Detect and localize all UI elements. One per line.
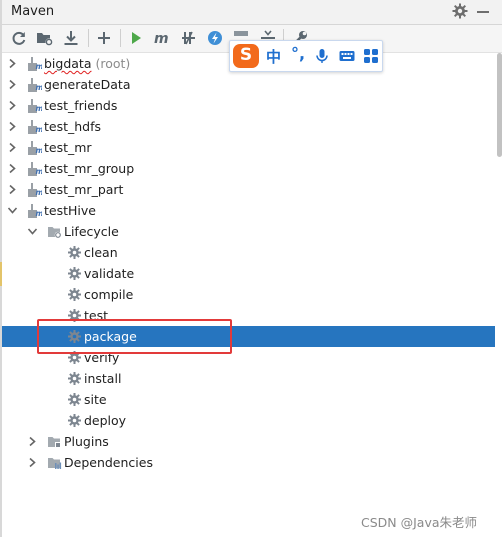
generate-sources-icon[interactable] [36,29,54,47]
tree-row-project[interactable]: m test_mr_part [2,179,495,200]
goal-gear-icon [67,287,82,302]
gear-icon[interactable] [451,2,469,20]
tree-row-lifecycle[interactable]: Lifecycle [2,221,495,242]
goal-label: clean [84,245,118,260]
tool-window-header: Maven [2,0,502,25]
tree-row-dependencies[interactable]: Dependencies [2,452,495,473]
chevron-right-icon[interactable] [7,184,18,195]
svg-text:m: m [36,167,43,176]
toolbar-separator [88,29,89,47]
download-icon[interactable] [62,29,80,47]
maven-module-icon: m [27,56,42,71]
tree-row-project[interactable]: m test_mr [2,137,495,158]
watermark: CSDN @Java朱老师 [361,515,478,530]
goal-label: validate [84,266,135,281]
tree-row-plugins[interactable]: Plugins [2,431,495,452]
maven-module-icon: m [27,203,42,218]
tree-row-project[interactable]: m generateData [2,74,495,95]
maven-module-icon: m [27,77,42,92]
tree-row-goal-site[interactable]: site [2,389,495,410]
plugins-folder-icon [47,434,62,449]
svg-text:m: m [36,146,43,155]
goal-label: deploy [84,413,127,428]
tree-row-goal-validate[interactable]: validate [2,263,495,284]
tree-row-project[interactable]: m test_hdfs [2,116,495,137]
maven-module-icon: m [27,140,42,155]
chevron-right-icon[interactable] [27,457,38,468]
toolbar-separator [120,29,121,47]
scrollbar-thumb[interactable] [497,53,502,157]
goal-gear-icon [67,266,82,281]
project-label: generateData [44,77,131,92]
svg-text:m: m [36,83,43,92]
maven-module-icon: m [27,98,42,113]
svg-text:m: m [36,62,43,71]
goal-gear-icon [67,371,82,386]
project-label: test_mr_group [44,161,135,176]
annotation-highlight-box [37,319,232,354]
tree-row-project[interactable]: m test_mr_group [2,158,495,179]
svg-text:m: m [36,209,43,218]
goal-gear-icon [67,392,82,407]
root-hint: (root) [95,56,131,71]
vertical-scrollbar[interactable] [495,53,503,537]
project-label: bigdata [44,56,92,71]
goal-gear-icon [67,413,82,428]
chevron-right-icon[interactable] [7,142,18,153]
project-label: test_friends [44,98,118,113]
goal-label: site [84,392,107,407]
plugins-label: Plugins [64,434,109,449]
maven-goal-icon[interactable]: m [153,29,171,47]
chevron-right-icon[interactable] [7,121,18,132]
tree-row-goal-install[interactable]: install [2,368,495,389]
svg-text:m: m [36,104,43,113]
tree-row-goal-compile[interactable]: compile [2,284,495,305]
toggle-offline-icon[interactable] [180,29,198,47]
chevron-right-icon[interactable] [27,436,38,447]
chevron-right-icon[interactable] [7,163,18,174]
project-label: test_mr_part [44,182,124,197]
tree-row-project[interactable]: m bigdata (root) [2,53,495,74]
tree-row-project-expanded[interactable]: m testHive [2,200,495,221]
chevron-down-icon[interactable] [7,205,18,216]
add-icon[interactable] [95,29,113,47]
chevron-right-icon[interactable] [7,79,18,90]
svg-text:m: m [36,125,43,134]
goal-gear-icon [67,245,82,260]
maven-project-tree: m bigdata (root) m generateData m test_f… [2,53,495,473]
skip-tests-icon[interactable] [206,29,224,47]
chevron-right-icon[interactable] [7,58,18,69]
dependencies-label: Dependencies [64,455,153,470]
run-icon[interactable] [127,29,145,47]
lifecycle-label: Lifecycle [64,224,119,239]
dependencies-folder-icon [47,455,62,470]
svg-text:m: m [154,31,169,47]
chevron-down-icon[interactable] [27,226,38,237]
project-label: testHive [44,203,96,218]
goal-label: compile [84,287,134,302]
chevron-right-icon[interactable] [7,100,18,111]
lifecycle-folder-icon [47,224,62,239]
maven-module-icon: m [27,182,42,197]
reload-icon[interactable] [10,29,28,47]
svg-text:m: m [36,188,43,197]
maven-module-icon: m [27,161,42,176]
minimize-icon[interactable] [477,11,489,13]
tree-row-goal-clean[interactable]: clean [2,242,495,263]
project-label: test_hdfs [44,119,102,134]
tree-row-goal-deploy[interactable]: deploy [2,410,495,431]
tree-row-project[interactable]: m test_friends [2,95,495,116]
maven-module-icon: m [27,119,42,134]
panel-title: Maven [11,4,55,19]
project-label: test_mr [44,140,92,155]
goal-label: install [84,371,122,386]
